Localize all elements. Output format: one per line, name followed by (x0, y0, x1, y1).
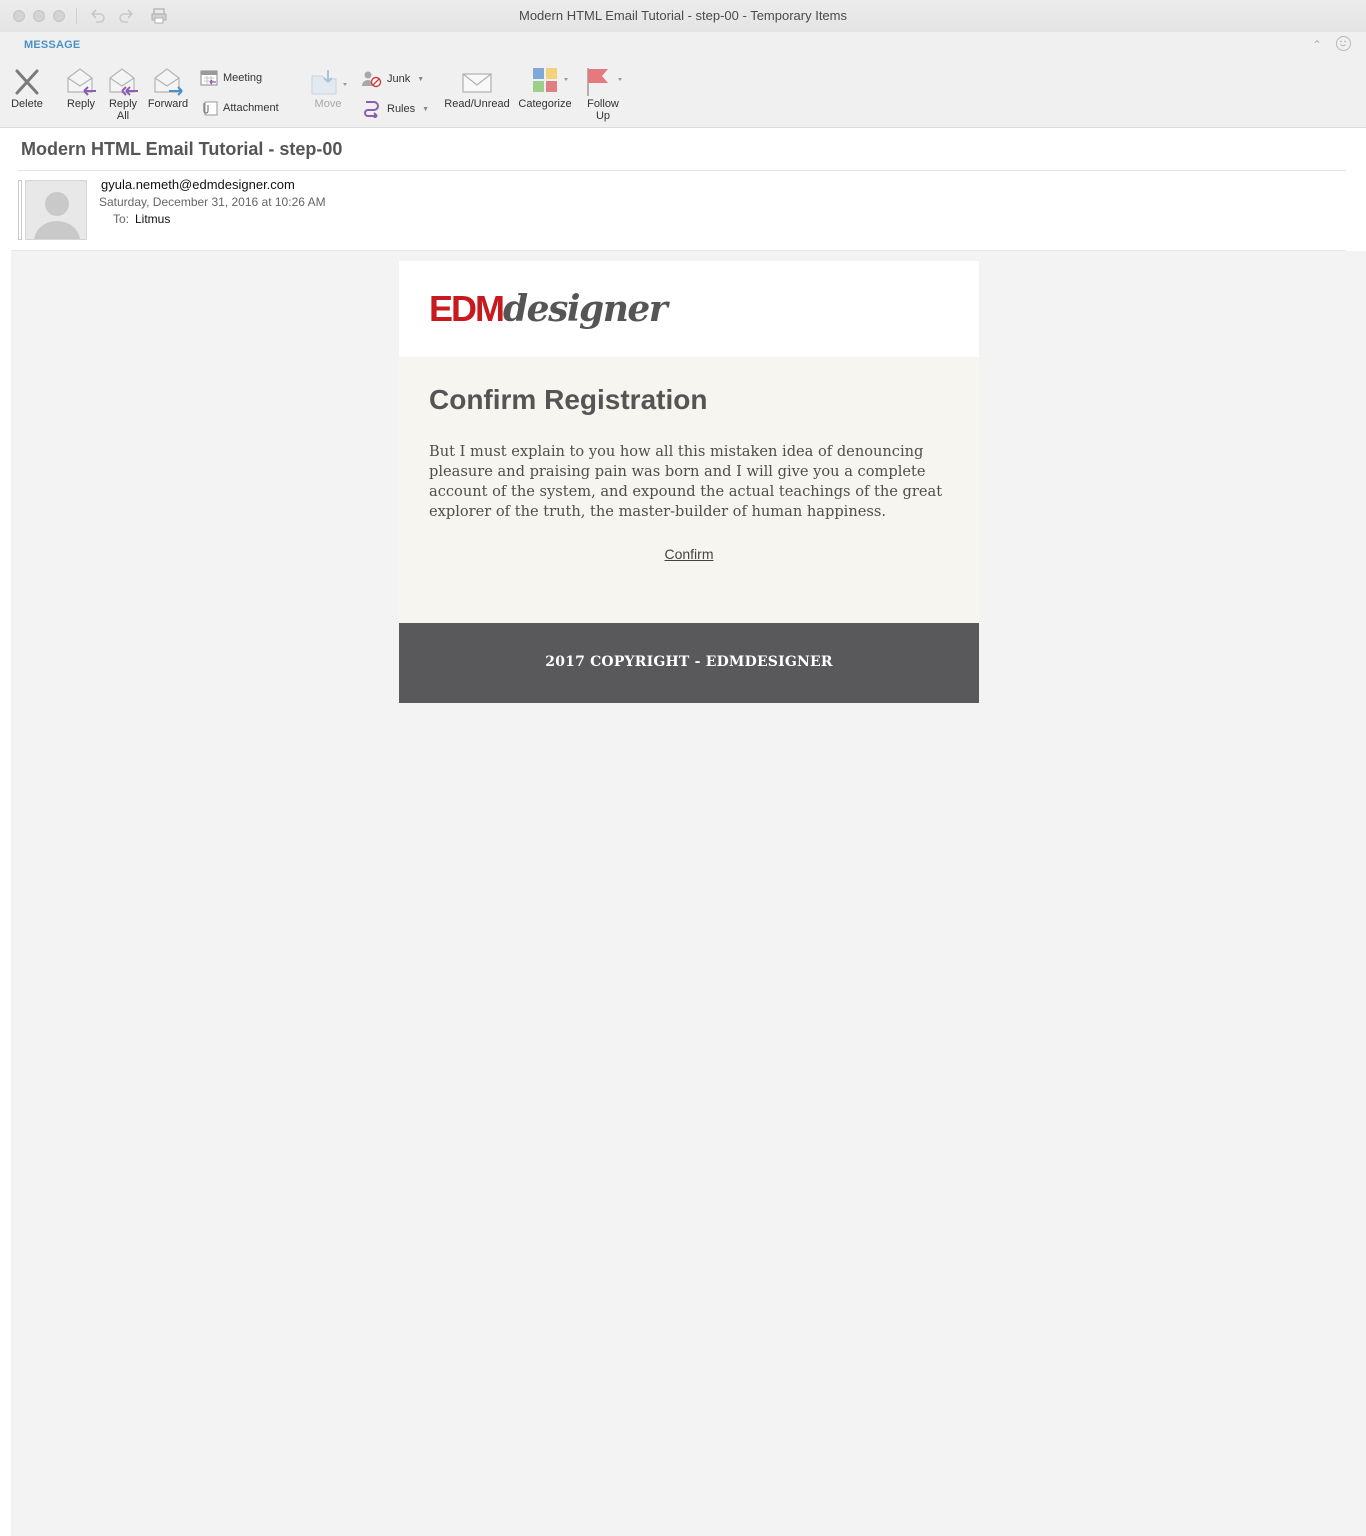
move-folder-icon (311, 70, 347, 95)
reply-button[interactable]: Reply (62, 66, 100, 110)
x-icon (15, 69, 39, 95)
reply-label: Reply (66, 98, 96, 110)
read-unread-button[interactable]: Read/Unread (442, 66, 512, 110)
ribbon-toolbar: Delete Reply Reply All Forward Meeting A… (0, 58, 1366, 128)
email-content: Confirm Registration But I must explain … (399, 357, 979, 623)
junk-button[interactable]: Junk ▼ (362, 70, 424, 88)
delete-button[interactable]: Delete (8, 66, 46, 110)
envelope-icon (462, 73, 492, 93)
message-subject: Modern HTML Email Tutorial - step-00 (21, 139, 343, 159)
logo-part-edm: EDM (429, 288, 505, 329)
footer-copyright: 2017 COPYRIGHT - EDMDESIGNER (545, 654, 833, 670)
recipient[interactable]: Litmus (135, 212, 170, 226)
reply-all-label-line1: Reply (108, 98, 138, 110)
edmdesigner-logo: EDMdesigner (429, 287, 668, 331)
forward-icon (154, 68, 183, 96)
junk-icon (362, 71, 382, 88)
reply-icon (67, 68, 96, 96)
email-heading: Confirm Registration (429, 384, 708, 415)
confirm-link-text[interactable]: Confirm (664, 546, 713, 562)
follow-up-label-line1: Follow (587, 98, 619, 110)
header-divider (18, 170, 1346, 171)
person-placeholder-icon (34, 192, 80, 239)
to-label: To: (113, 212, 130, 226)
category-grid-icon (533, 68, 568, 92)
follow-up-button[interactable]: Follow Up (580, 66, 626, 122)
rules-label: Rules (387, 103, 416, 115)
forward-label: Forward (147, 98, 189, 110)
message-date: Saturday, December 31, 2016 at 10:26 AM (99, 195, 326, 209)
paperclip-icon (203, 101, 218, 116)
attachment-label: Attachment (223, 102, 279, 114)
email-container: EDMdesigner Confirm Registration But I m… (399, 261, 979, 703)
forward-button[interactable]: Forward (146, 66, 190, 110)
title-bar: Modern HTML Email Tutorial - step-00 - T… (0, 0, 1366, 32)
calendar-icon (200, 70, 218, 86)
categorize-label: Categorize (518, 98, 572, 110)
sender-indicator (18, 180, 22, 240)
logo-part-designer: designer (503, 288, 668, 330)
reply-all-icon (109, 68, 138, 96)
categorize-button[interactable]: Categorize (514, 66, 576, 110)
flag-icon (587, 68, 622, 96)
attachment-button[interactable]: Attachment (200, 100, 279, 116)
junk-label: Junk (387, 73, 411, 85)
read-unread-label: Read/Unread (444, 98, 510, 110)
confirm-link: Confirm (399, 546, 979, 562)
move-button[interactable]: Move (306, 66, 350, 110)
rules-icon (364, 101, 379, 118)
email-header: EDMdesigner (399, 261, 979, 357)
reply-all-button[interactable]: Reply All (104, 66, 142, 122)
meeting-label: Meeting (223, 72, 263, 84)
follow-up-label-line2: Up (595, 110, 611, 122)
ribbon-tab-bar: MESSAGE (0, 32, 1366, 58)
tab-message[interactable]: MESSAGE (24, 39, 80, 51)
reply-all-label-line2: All (116, 110, 130, 122)
email-body-text: But I must explain to you how all this m… (429, 443, 943, 520)
feedback-smiley-icon[interactable] (1336, 36, 1351, 51)
rules-button[interactable]: Rules ▼ (362, 100, 429, 118)
delete-label: Delete (11, 98, 43, 110)
window-title: Modern HTML Email Tutorial - step-00 - T… (519, 8, 847, 23)
email-footer: 2017 COPYRIGHT - EDMDESIGNER (399, 623, 979, 703)
rules-dropdown-icon[interactable]: ▼ (422, 106, 429, 113)
move-label: Move (314, 98, 342, 110)
sender-address[interactable]: gyula.nemeth@edmdesigner.com (101, 177, 295, 192)
collapse-ribbon-icon[interactable]: ⌃ (1312, 38, 1322, 52)
junk-dropdown-icon[interactable]: ▼ (417, 76, 424, 83)
meeting-button[interactable]: Meeting (200, 70, 262, 86)
avatar[interactable] (25, 180, 87, 240)
